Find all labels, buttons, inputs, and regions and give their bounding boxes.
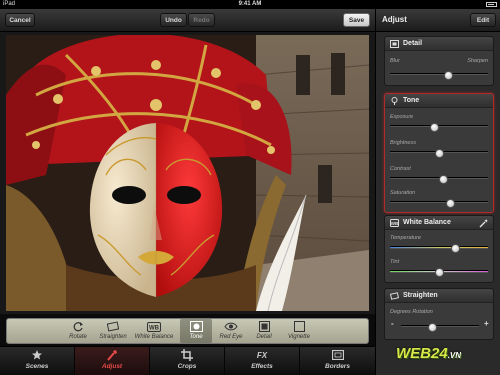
brightness-label: Brightness — [390, 140, 416, 146]
panel-header: Adjust Edit — [376, 9, 500, 32]
vignette-icon — [280, 321, 318, 332]
tool-red-eye[interactable]: Red Eye — [214, 319, 248, 343]
detail-slider[interactable] — [390, 70, 488, 80]
rotate-minus-button[interactable]: - — [391, 319, 394, 328]
battery-icon — [486, 2, 497, 7]
crops-icon — [150, 349, 224, 361]
adjust-tool-strip: Rotate Straighten WB White Balance Tone … — [6, 318, 369, 344]
tab-label: Adjust — [101, 363, 123, 370]
tone-icon — [180, 321, 212, 332]
photo-canvas-area — [0, 32, 375, 314]
detail-card: Detail Blur Sharpen — [384, 36, 494, 86]
tint-slider[interactable] — [390, 267, 488, 277]
tab-scenes[interactable]: Scenes — [0, 347, 75, 375]
card-title: Tone — [403, 97, 420, 104]
undo-button[interactable]: Undo — [160, 13, 187, 27]
top-toolbar: Cancel Undo Redo Save — [0, 9, 375, 32]
slider-knob[interactable] — [434, 267, 444, 277]
slider-knob[interactable] — [439, 174, 449, 184]
tab-label: Effects — [251, 363, 273, 370]
card-title: Straighten — [403, 292, 438, 299]
rotation-slider[interactable] — [401, 322, 479, 332]
tab-borders[interactable]: Borders — [300, 347, 375, 375]
tool-label: Tone — [189, 334, 203, 340]
exposure-label: Exposure — [390, 114, 414, 120]
save-button[interactable]: Save — [343, 13, 370, 27]
rotate-plus-button[interactable]: + — [484, 319, 489, 328]
tone-card: Tone Exposure Brightness Contrast Satura… — [384, 93, 494, 213]
borders-icon — [300, 349, 375, 361]
edit-button[interactable]: Edit — [470, 13, 496, 27]
adjust-icon — [75, 349, 149, 361]
tool-straighten[interactable]: Straighten — [92, 319, 134, 343]
tool-label: White Balance — [134, 334, 174, 340]
wb-icon: WB — [390, 219, 399, 227]
brightness-slider[interactable] — [390, 148, 488, 158]
tab-label: Crops — [177, 363, 197, 370]
straighten-icon — [390, 292, 399, 300]
wb-icon: WB — [129, 321, 179, 332]
panel-title: Adjust — [382, 15, 407, 24]
slider-knob[interactable] — [451, 243, 461, 253]
tab-crops[interactable]: Crops — [150, 347, 225, 375]
contrast-slider[interactable] — [390, 174, 488, 184]
detail-icon — [249, 321, 279, 332]
tool-tone[interactable]: Tone — [180, 319, 212, 343]
tab-adjust[interactable]: Adjust — [75, 347, 150, 375]
card-header[interactable]: Detail — [385, 37, 493, 51]
saturation-slider[interactable] — [390, 198, 488, 208]
temperature-slider[interactable] — [390, 243, 488, 253]
bottom-tab-bar: Scenes Adjust Crops FX Effects Borders — [0, 346, 375, 375]
edited-photo[interactable] — [6, 35, 369, 311]
tab-label: Scenes — [25, 363, 49, 370]
saturation-label: Saturation — [390, 190, 416, 196]
card-title: White Balance — [403, 219, 451, 226]
slider-knob[interactable] — [429, 122, 439, 132]
card-header[interactable]: WB White Balance — [385, 216, 493, 230]
exposure-slider[interactable] — [390, 122, 488, 132]
straighten-icon — [92, 321, 134, 332]
watermark-logo: WEB24.VN — [396, 345, 461, 362]
bulb-icon — [391, 97, 398, 105]
slider-knob[interactable] — [434, 148, 444, 158]
scenes-icon — [0, 349, 74, 361]
adjust-panel: Adjust Edit Detail Blur Sharpen Tone Exp… — [375, 9, 500, 375]
fx-icon: FX — [256, 350, 268, 360]
svg-text:WB: WB — [149, 325, 160, 331]
straighten-card: Straighten Degrees Rotation - + — [384, 288, 494, 340]
tool-vignette[interactable]: Vignette — [280, 319, 318, 343]
tab-label: Borders — [325, 363, 350, 370]
detail-icon — [390, 40, 399, 48]
slider-knob[interactable] — [446, 198, 456, 208]
temperature-label: Temperature — [390, 235, 421, 241]
slider-knob[interactable] — [444, 70, 454, 80]
tool-label: Red Eye — [219, 334, 243, 340]
tool-label: Detail — [256, 334, 272, 340]
card-header[interactable]: Tone — [385, 94, 493, 108]
slider-knob[interactable] — [428, 322, 438, 332]
blur-label: Blur — [390, 58, 400, 64]
venetian-mask-photo — [6, 35, 369, 311]
redo-button[interactable]: Redo — [188, 13, 215, 27]
sharpen-label: Sharpen — [467, 58, 488, 64]
tool-detail[interactable]: Detail — [249, 319, 279, 343]
watermark-main: WEB24 — [396, 345, 448, 362]
tint-label: Tint — [390, 259, 400, 265]
contrast-label: Contrast — [390, 166, 411, 172]
eyedropper-icon[interactable] — [479, 219, 488, 228]
card-title: Detail — [403, 40, 423, 47]
cancel-button[interactable]: Cancel — [5, 13, 35, 27]
eye-icon — [214, 321, 248, 332]
card-header[interactable]: Straighten — [385, 289, 493, 303]
degrees-rotation-label: Degrees Rotation — [390, 309, 433, 315]
tool-white-balance[interactable]: WB White Balance — [129, 319, 179, 343]
tool-label: Straighten — [99, 334, 127, 340]
clock: 9:41 AM — [238, 1, 262, 7]
white-balance-card: WB White Balance Temperature Tint — [384, 215, 494, 283]
status-bar: iPad 9:41 AM — [0, 0, 500, 9]
tool-label: Vignette — [288, 334, 310, 340]
svg-text:WB: WB — [391, 221, 399, 226]
tab-effects[interactable]: FX Effects — [225, 347, 300, 375]
watermark-suffix: .VN — [447, 351, 462, 360]
